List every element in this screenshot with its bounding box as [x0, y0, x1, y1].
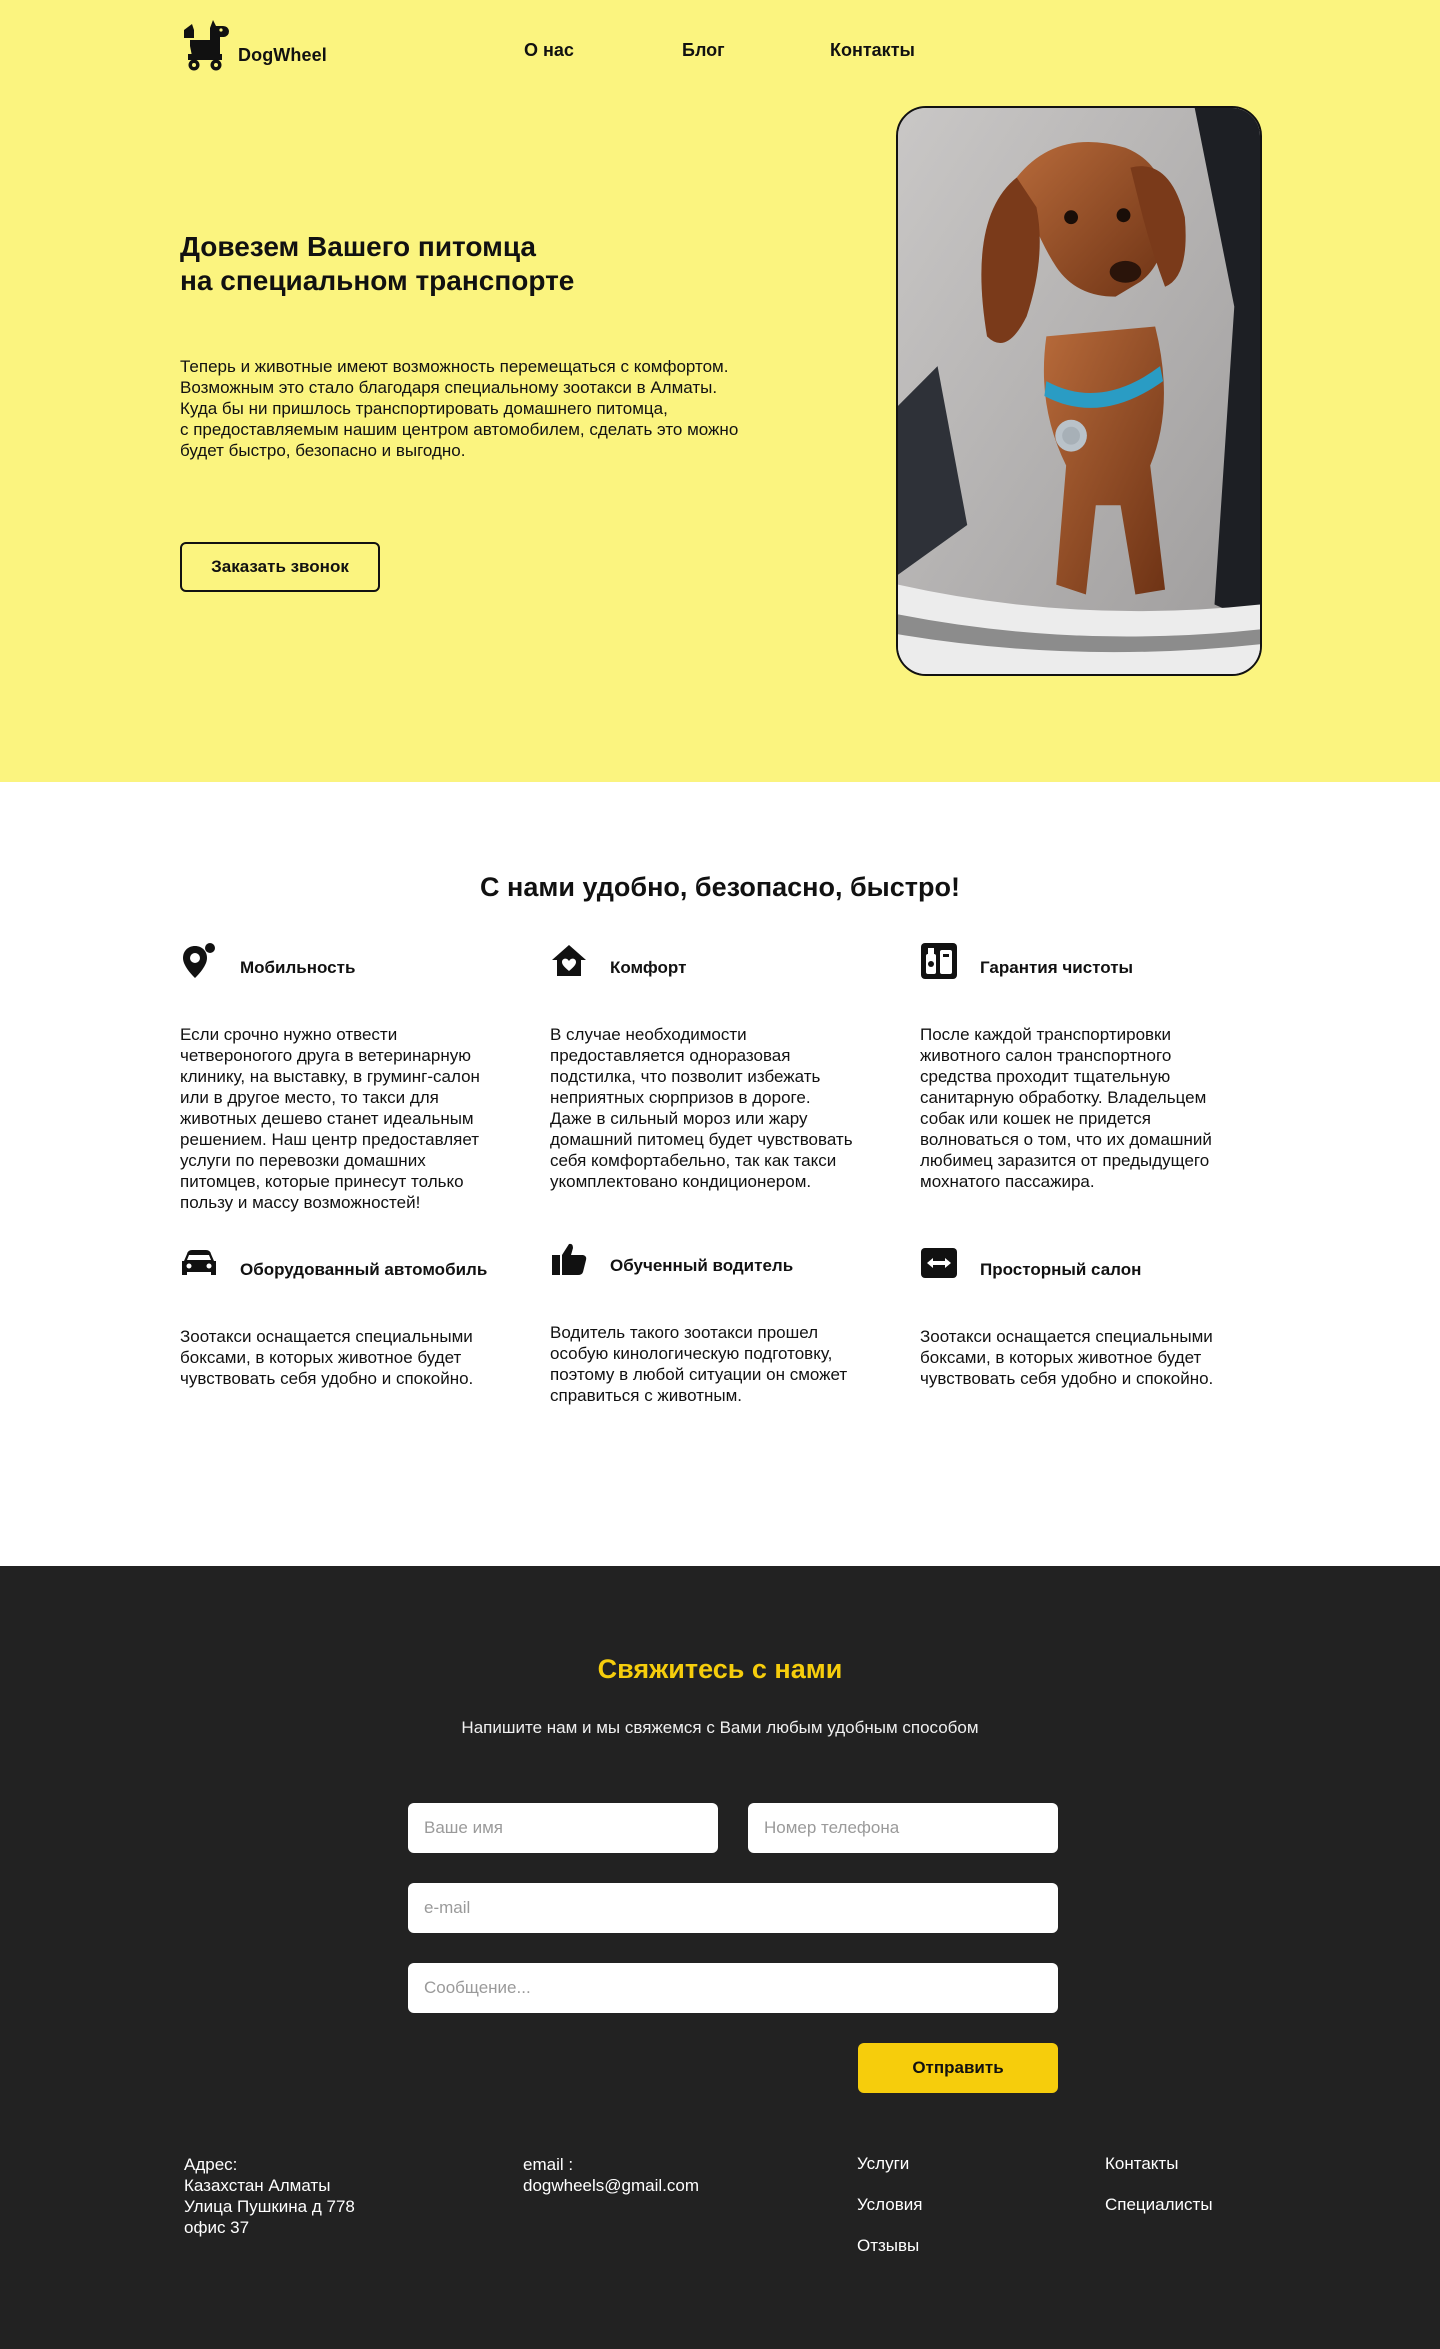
- phone-input[interactable]: [748, 1803, 1058, 1853]
- footer-link-reviews[interactable]: Отзывы: [857, 2236, 919, 2256]
- logo[interactable]: DogWheel: [180, 16, 327, 72]
- home-heart-icon: [550, 942, 588, 980]
- hero-section: DogWheel О нас Блог Контакты Довезем Ваш…: [0, 0, 1440, 782]
- feature-title: Мобильность: [240, 958, 356, 977]
- feature-text: Если срочно нужно отвести четвероногого д…: [180, 1025, 480, 1212]
- logo-text: DogWheel: [238, 45, 327, 65]
- feature-text: После каждой транспортировки животного са…: [920, 1025, 1212, 1191]
- nav-link-about[interactable]: О нас: [524, 40, 574, 61]
- location-pin-icon: [180, 942, 218, 980]
- cleaning-supplies-icon: [920, 942, 958, 980]
- hero-dog-photo: [896, 106, 1262, 676]
- footer-link-specialists[interactable]: Специалисты: [1105, 2195, 1213, 2215]
- feature-title: Комфорт: [610, 958, 687, 977]
- feature-text: Зоотакси оснащается специальными боксами,…: [920, 1327, 1214, 1388]
- contact-subtitle: Напишите нам и мы свяжемся с Вами любым …: [461, 1718, 979, 1737]
- send-button[interactable]: Отправить: [858, 2043, 1058, 2093]
- footer-link-services[interactable]: Услуги: [857, 2154, 909, 2174]
- feature-title: Оборудованный автомобиль: [240, 1260, 488, 1279]
- features-section: С нами удобно, безопасно, быстро! Мобиль…: [0, 782, 1440, 1566]
- nav-link-contacts[interactable]: Контакты: [830, 40, 915, 61]
- hero-text: Теперь и животные имеют возможность пере…: [180, 357, 739, 460]
- feature-text: Зоотакси оснащается специальными боксами,…: [180, 1327, 474, 1388]
- arrows-horizontal-icon: [920, 1244, 958, 1282]
- dog-on-wheels-icon: [180, 16, 232, 72]
- car-icon: [180, 1244, 218, 1282]
- features-title: С нами удобно, безопасно, быстро!: [480, 872, 960, 902]
- thumbs-up-icon: [550, 1240, 588, 1278]
- feature-title: Обученный водитель: [610, 1256, 794, 1275]
- contact-section: Свяжитесь с нами Напишите нам и мы свяже…: [0, 1566, 1440, 2349]
- contact-title: Свяжитесь с нами: [597, 1654, 843, 1684]
- feature-title: Гарантия чистоты: [980, 958, 1134, 977]
- feature-title: Просторный салон: [980, 1260, 1142, 1279]
- message-input[interactable]: [408, 1963, 1058, 2013]
- footer-link-terms[interactable]: Условия: [857, 2195, 922, 2215]
- feature-text: Водитель такого зоотакси прошел особую ки…: [550, 1323, 848, 1405]
- hero-title: Довезем Вашего питомца на специальном тра…: [180, 231, 575, 296]
- email-input[interactable]: [408, 1883, 1058, 1933]
- footer-address: Адрес: Казахстан Алматы Улица Пушкина д 77…: [184, 2155, 355, 2237]
- footer-email: email : dogwheels@gmail.com: [523, 2155, 700, 2195]
- nav-link-blog[interactable]: Блог: [682, 40, 725, 61]
- name-input[interactable]: [408, 1803, 718, 1853]
- order-call-button[interactable]: Заказать звонок: [180, 542, 380, 592]
- feature-text: В случае необходимости предоставляется од…: [550, 1025, 853, 1191]
- footer-link-contacts[interactable]: Контакты: [1105, 2154, 1178, 2174]
